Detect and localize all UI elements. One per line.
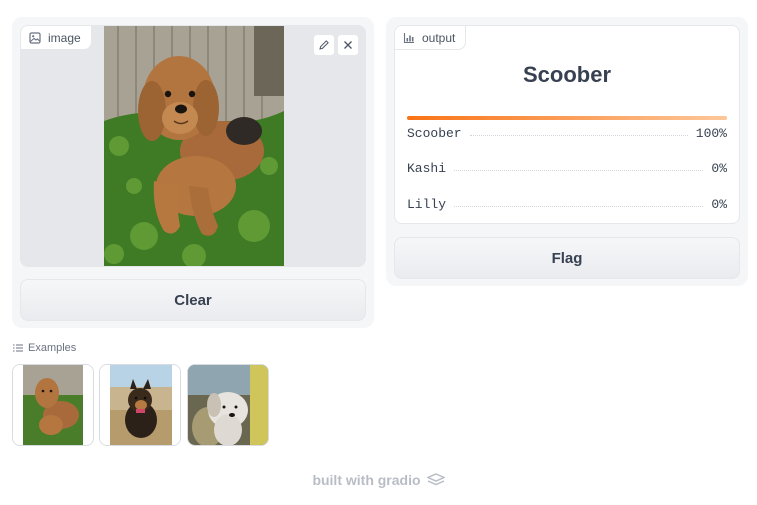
example-thumbnail[interactable] [99,364,181,446]
footer-text: built with gradio [312,472,421,488]
leader-dots [454,169,704,171]
example-thumbnail[interactable] [187,364,269,446]
confidence-bar-track [407,116,727,120]
input-panel: image Clear [12,17,374,328]
gradio-logo-icon [426,473,445,486]
example-thumbnail[interactable] [12,364,94,446]
remove-image-button[interactable] [337,34,359,56]
confidence-row: Scoober 100% [407,123,727,143]
list-icon [13,344,23,352]
bar-chart-icon [403,32,414,43]
leader-dots [469,134,688,136]
confidence-row: Lilly 0% [407,194,727,214]
examples-label: Examples [28,342,77,354]
image-label-tag: image [21,26,92,50]
examples-header: Examples [13,342,76,354]
confidence-bar-fill [407,116,727,120]
predicted-label: Scoober [522,62,612,87]
clear-button[interactable]: Clear [20,279,366,321]
output-label-tag: output [395,26,467,50]
close-icon [344,41,352,49]
confidence-name: Lilly [407,196,447,212]
confidence-value: 0% [711,196,727,212]
confidence-row: Kashi 0% [407,158,727,178]
image-input-block[interactable]: image [20,25,366,267]
example-image [13,365,93,445]
uploaded-dog-image [104,26,284,266]
edit-image-button[interactable] [313,34,335,56]
confidence-name: Kashi [407,160,447,176]
example-image [100,365,180,445]
image-icon [29,31,41,44]
confidence-name: Scoober [407,125,462,141]
footer-credit[interactable]: built with gradio [0,472,757,488]
example-image [188,365,268,445]
image-label-text: image [48,30,81,45]
output-label-text: output [422,30,456,45]
pencil-icon [319,40,329,50]
confidence-value: 0% [711,160,727,176]
flag-button[interactable]: Flag [394,237,740,279]
output-panel: output Scoober Scoober 100% Kashi 0% Lil… [386,17,748,286]
leader-dots [454,205,704,207]
confidence-value: 100% [695,125,727,141]
label-output-block: output Scoober Scoober 100% Kashi 0% Lil… [394,25,740,224]
